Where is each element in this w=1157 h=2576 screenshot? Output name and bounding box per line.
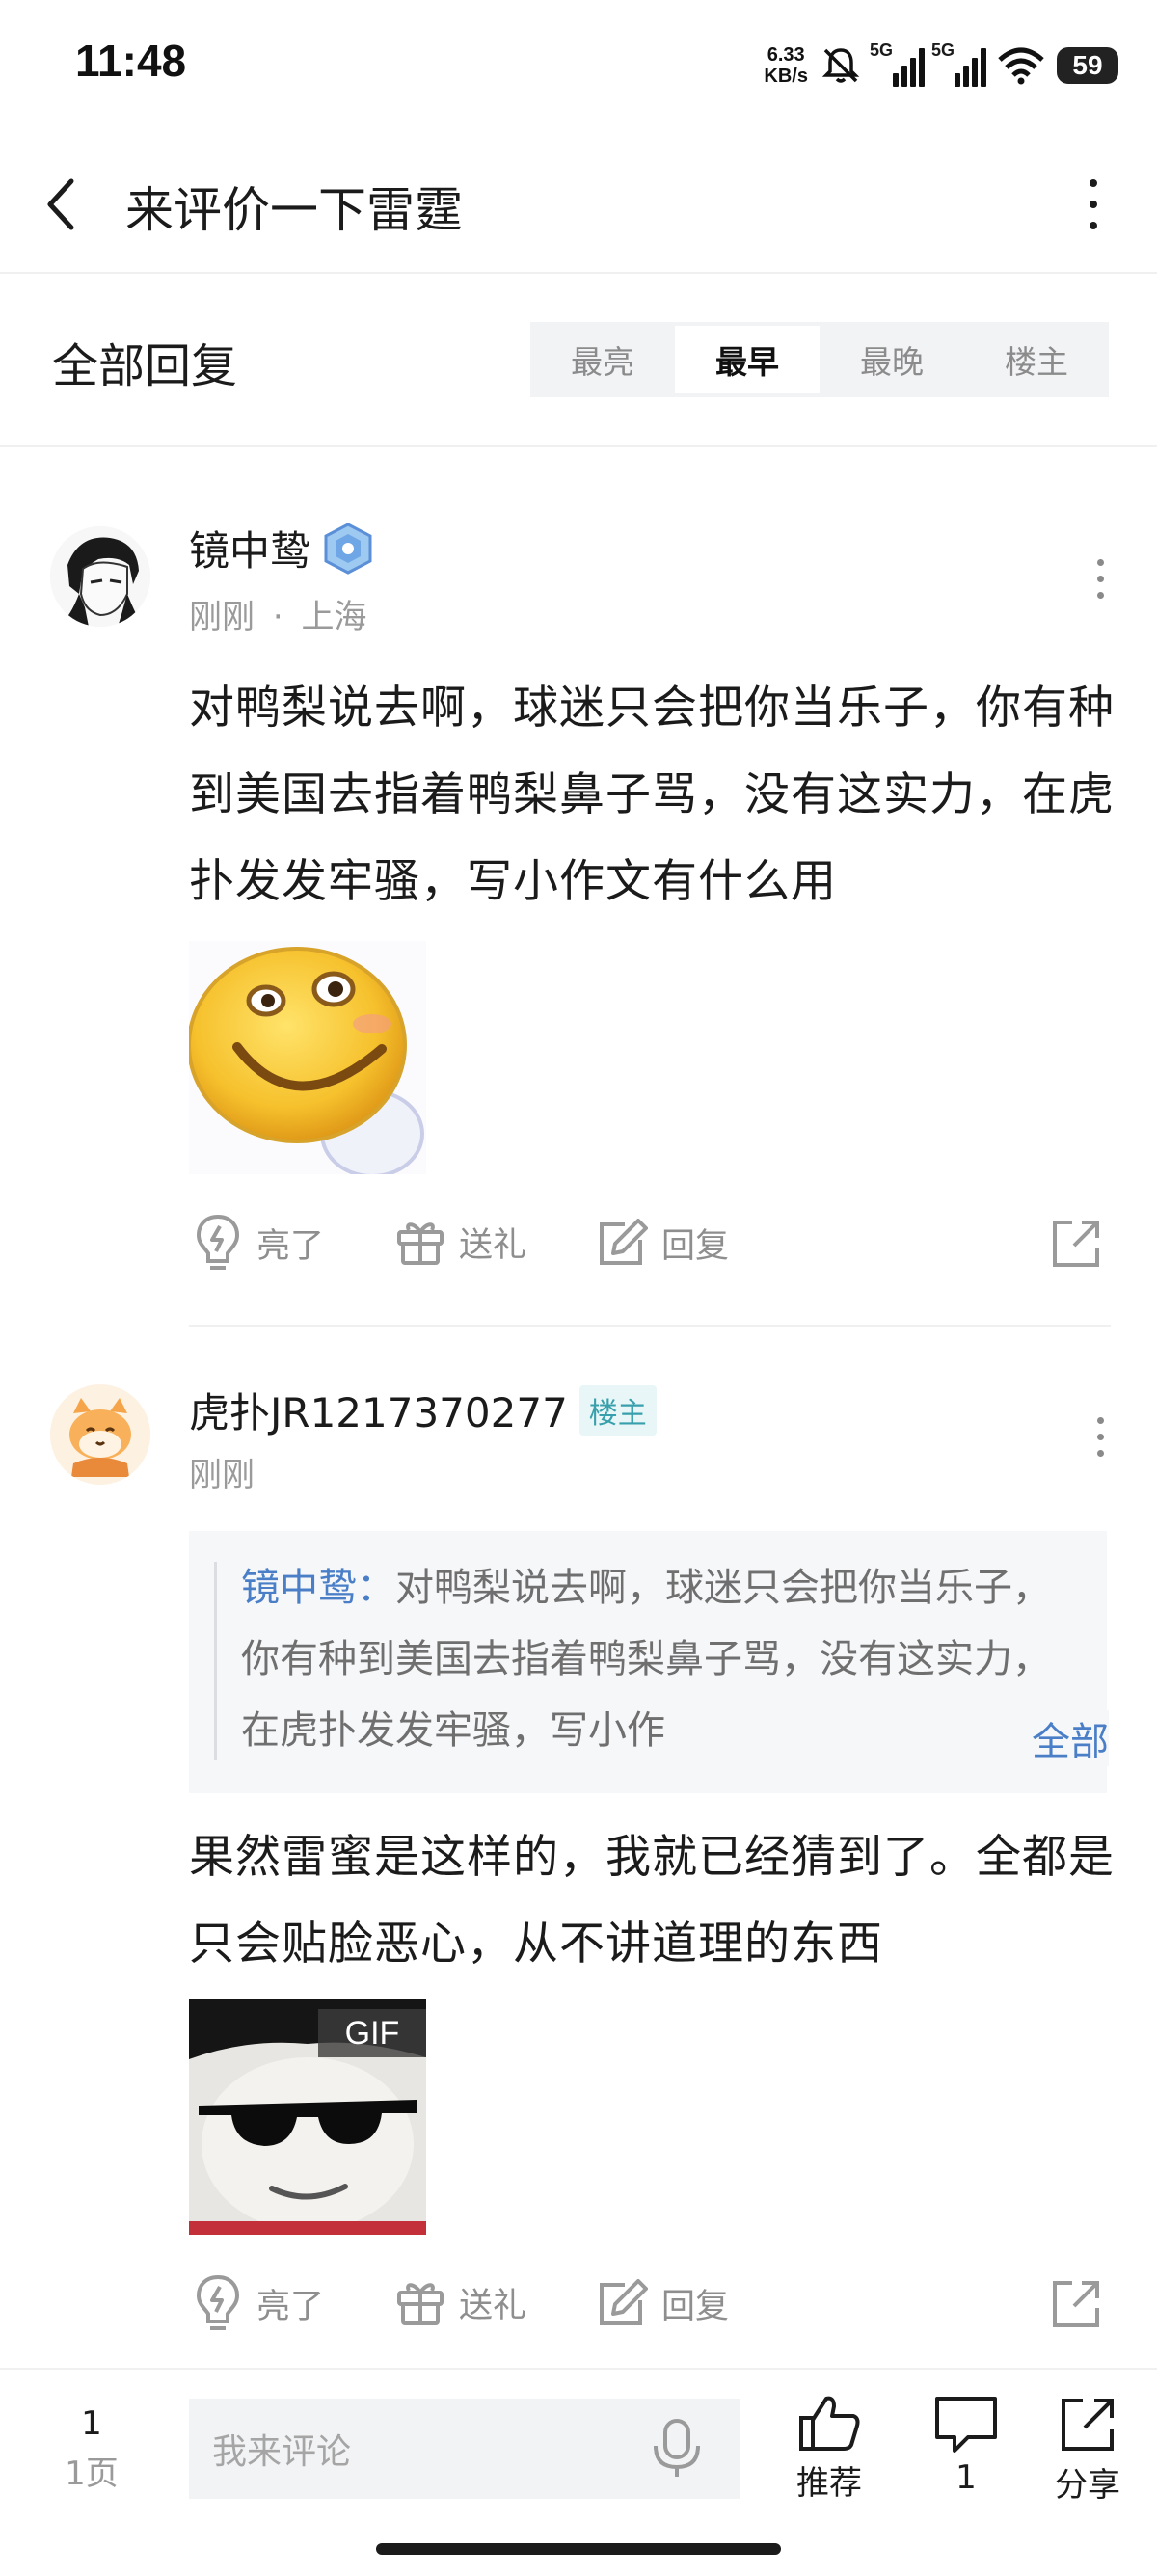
- header-divider: [0, 272, 1157, 274]
- sort-tab-brightest[interactable]: 最亮: [530, 322, 675, 397]
- signal-5g-icon-2: 5G: [931, 40, 986, 87]
- share-icon[interactable]: [1049, 1217, 1103, 1271]
- comment-more-icon[interactable]: [1095, 559, 1105, 599]
- battery-indicator: 59: [1057, 47, 1118, 84]
- avatar[interactable]: [50, 526, 150, 627]
- status-icons: 6.33 KB/s 5G 5G 59: [764, 37, 1118, 94]
- avatar[interactable]: [50, 1384, 150, 1485]
- edit-icon: [600, 1219, 648, 1265]
- page-title: 来评价一下雷霆: [125, 182, 463, 238]
- comment-input[interactable]: 我来评论: [189, 2399, 740, 2499]
- expand-quote-link[interactable]: 全部: [993, 1710, 1109, 1766]
- network-speed: 6.33 KB/s: [764, 44, 808, 87]
- comment-placeholder: 我来评论: [212, 2432, 352, 2472]
- share-icon: [1062, 2399, 1114, 2451]
- sunglasses-meme-gif[interactable]: GIF: [189, 1999, 426, 2235]
- sort-tab-earliest[interactable]: 最早: [675, 326, 820, 393]
- signal-5g-icon: 5G: [870, 40, 925, 87]
- share-icon[interactable]: [1049, 2277, 1103, 2331]
- reply-button[interactable]: 回复: [596, 2277, 729, 2329]
- username[interactable]: 虎扑JR1217370277: [189, 1381, 568, 1439]
- comments-button[interactable]: 1: [933, 2395, 999, 2497]
- cat-avatar-icon: [50, 1384, 150, 1485]
- recommend-button[interactable]: 推荐: [796, 2393, 862, 2504]
- gif-badge: GIF: [318, 2009, 426, 2057]
- share-button[interactable]: 分享: [1055, 2395, 1120, 2506]
- comment-text: 果然雷蜜是这样的，我就已经猜到了。全都是只会贴脸恶心，从不讲道理的东西: [189, 1831, 1115, 1971]
- sort-tab-op[interactable]: 楼主: [964, 322, 1109, 397]
- comment-divider: [189, 1325, 1111, 1327]
- quote-bar: [214, 1562, 217, 1760]
- sort-tabs: 最亮 最早 最晚 楼主: [530, 322, 1109, 397]
- comment-time: 刚刚: [189, 598, 255, 636]
- comment-1-header: 镜中鸷: [189, 519, 376, 577]
- chevron-left-icon[interactable]: [44, 177, 79, 231]
- username[interactable]: 镜中鸷: [189, 519, 310, 577]
- edit-icon: [600, 2279, 648, 2325]
- lightbulb-icon: [196, 2274, 240, 2330]
- comment-location: 上海: [301, 598, 367, 636]
- sort-tab-latest[interactable]: 最晚: [820, 322, 964, 397]
- page-indicator[interactable]: 1 1页: [58, 2399, 125, 2499]
- all-replies-title: 全部回复: [52, 339, 238, 393]
- gift-button[interactable]: 送礼: [395, 2277, 526, 2327]
- smiley-sticker-image[interactable]: [187, 941, 426, 1178]
- microphone-icon[interactable]: [648, 2417, 706, 2481]
- thumbs-up-icon: [799, 2396, 860, 2451]
- home-indicator[interactable]: [376, 2543, 781, 2555]
- like-button[interactable]: 亮了: [193, 1213, 324, 1273]
- gift-icon: [397, 1222, 444, 1265]
- comment-text: 对鸭梨说去啊，球迷只会把你当乐子，你有种到美国去指着鸭梨鼻子骂，没有这实力，在虎…: [189, 682, 1115, 908]
- comment-more-icon[interactable]: [1095, 1417, 1105, 1457]
- vertical-dots-icon[interactable]: [1088, 179, 1099, 229]
- section-divider: [0, 445, 1157, 447]
- reply-button[interactable]: 回复: [596, 1217, 729, 1269]
- gift-button[interactable]: 送礼: [395, 1217, 526, 1267]
- comment-bubble-icon: [935, 2397, 997, 2453]
- gift-icon: [397, 2283, 444, 2325]
- comment-2-header: 虎扑JR1217370277 楼主: [189, 1381, 657, 1439]
- comment-time: 刚刚: [189, 1456, 255, 1494]
- comment-1-meta: 刚刚 · 上海: [189, 598, 367, 636]
- mute-bell-icon: [821, 48, 860, 83]
- like-button[interactable]: 亮了: [193, 2273, 324, 2333]
- op-badge: 楼主: [578, 1384, 657, 1436]
- quoted-username[interactable]: 镜中鸷：: [241, 1566, 395, 1610]
- quoted-text: 镜中鸷：对鸭梨说去啊，球迷只会把你当乐子，你有种到美国去指着鸭梨鼻子骂，没有这实…: [241, 1566, 1051, 1753]
- wifi-icon: [998, 47, 1044, 85]
- status-time: 11:48: [75, 36, 187, 86]
- lightbulb-icon: [196, 1214, 240, 1270]
- anime-avatar-icon: [50, 526, 150, 627]
- level-badge-icon: [324, 522, 372, 575]
